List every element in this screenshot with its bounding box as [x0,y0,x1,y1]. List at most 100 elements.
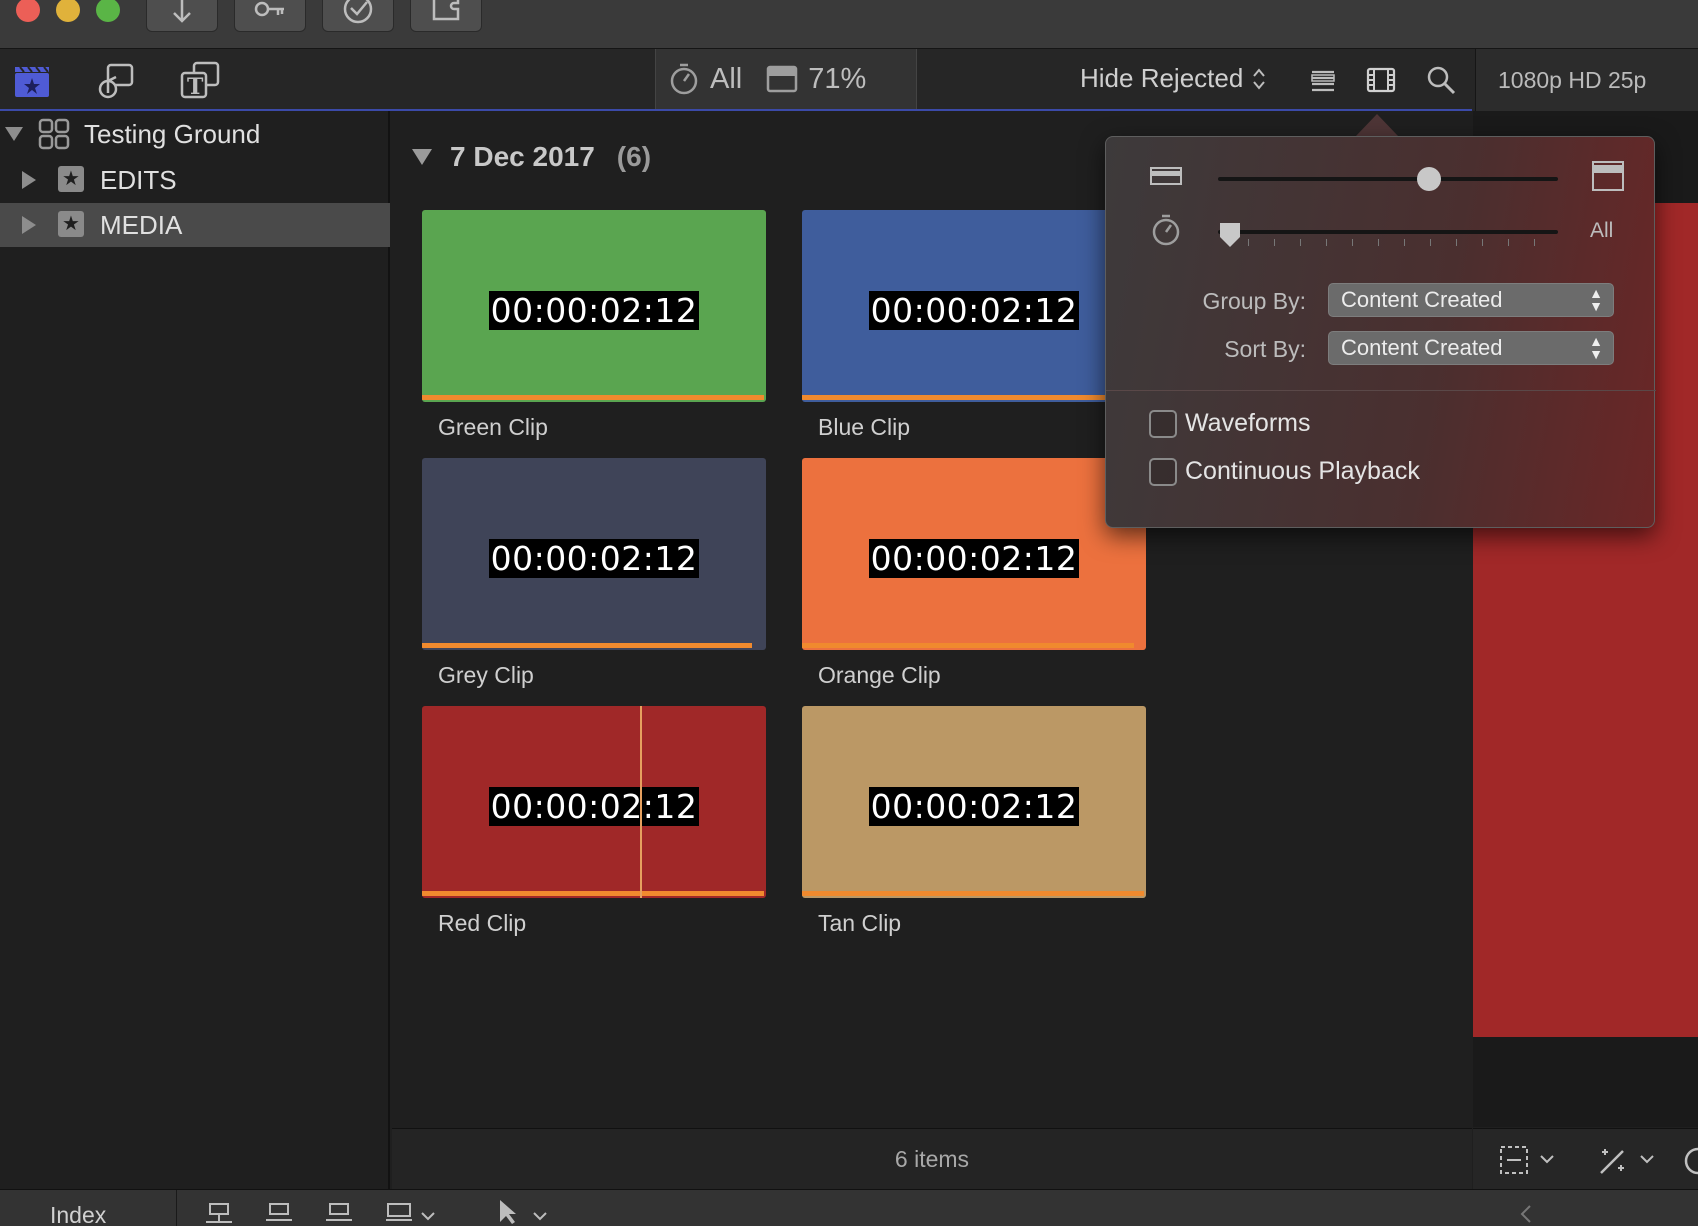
sidebar-item-media[interactable]: ★ MEDIA [0,203,390,247]
timecode: 00:00:02:12 [488,291,700,330]
slider-tick [1300,239,1301,246]
slider-tick [1430,239,1431,246]
clip-filter-control: All 71% [655,49,917,109]
viewer-controls [1473,1128,1698,1189]
minimize-window-button[interactable] [56,0,80,22]
group-date: 7 Dec 2017 [450,141,595,172]
photos-audio-icon[interactable] [94,59,138,101]
checkbox-box[interactable] [1149,409,1177,438]
item-count: 6 items [894,1145,970,1172]
checkbox-box[interactable] [1149,457,1177,486]
overwrite-clip-icon[interactable] [384,1202,414,1226]
slider-tick [1274,239,1275,246]
chevron-down-icon[interactable] [532,1210,548,1222]
duration-slider-ticks [1218,239,1558,247]
clip-thumbnail[interactable]: 00:00:02:12 [802,210,1146,402]
chevron-down-icon[interactable] [1639,1153,1655,1165]
library-grid-icon [38,118,70,150]
clip-range-bar [422,395,764,400]
clip-thumbnail[interactable]: 00:00:02:12 [422,458,766,650]
clip-red[interactable]: 00:00:02:12 Red Clip [422,706,766,937]
divider [176,1190,177,1226]
clip-appearance-popover: All Group By: Content Created ▲ ▼ Sort By… [1105,136,1656,528]
magic-wand-icon[interactable] [1595,1143,1631,1177]
index-button[interactable]: Index [50,1202,106,1226]
event-star-icon: ★ [58,211,84,237]
slider-tick [1404,239,1405,246]
clip-thumbnail[interactable]: 00:00:02:12 [802,706,1146,898]
slider-tick [1508,239,1509,246]
continuous-playback-checkbox[interactable]: Continuous Playback [1149,457,1420,486]
clip-blue[interactable]: 00:00:02:12 Blue Clip [802,210,1146,441]
duration-slider-knob[interactable] [1218,221,1242,249]
disclosure-closed-icon[interactable] [22,216,36,234]
clip-height-slider-knob[interactable] [1416,167,1441,191]
insert-clip-icon[interactable] [264,1202,294,1226]
clip-range-bar [802,891,1144,896]
slider-tick [1248,239,1249,246]
search-icon[interactable] [1424,63,1458,97]
disclosure-open-icon[interactable] [5,127,23,141]
duration-filter-button[interactable]: All [656,49,754,109]
clip-range-bar [802,395,1144,400]
up-down-chevron-icon: ▲ ▼ [1589,333,1603,362]
clip-name: Grey Clip [438,662,534,688]
group-by-select[interactable]: Content Created ▲ ▼ [1328,283,1614,317]
zoom-window-button[interactable] [96,0,120,22]
clip-height-slider[interactable] [1218,177,1558,181]
chevron-left-icon[interactable] [1518,1204,1534,1224]
disclosure-open-icon[interactable] [412,149,432,165]
clip-green[interactable]: 00:00:02:12 Green Clip [422,210,766,441]
sidebar-item-library[interactable]: Testing Ground [0,112,390,156]
waveforms-checkbox[interactable]: Waveforms [1149,409,1310,438]
import-button[interactable] [146,0,218,32]
clip-thumbnail[interactable]: 00:00:02:12 [802,458,1146,650]
slider-tick [1352,239,1353,246]
chevron-down-icon[interactable] [420,1210,436,1222]
clip-name: Orange Clip [818,662,941,688]
timecode: 00:00:02:12 [488,539,700,578]
download-arrow-icon [173,0,191,23]
libraries-icon[interactable] [10,59,54,101]
small-clip-height-icon [1150,167,1182,185]
rating-filter-popup[interactable]: Hide Rejected [1080,63,1267,94]
filmstrip-view-icon[interactable] [1364,63,1398,97]
connect-clip-icon[interactable] [204,1202,234,1226]
sort-by-label: Sort By: [1224,336,1306,362]
event-star-icon: ★ [58,166,84,192]
skimmer-playhead[interactable] [640,706,642,898]
slider-tick [1378,239,1379,246]
item-count-bar: 6 items [392,1128,1472,1189]
clip-tan[interactable]: 00:00:02:12 Tan Clip [802,706,1146,937]
speed-gauge-icon[interactable] [1683,1143,1698,1177]
sidebar-item-edits[interactable]: ★ EDITS [0,158,390,202]
disclosure-closed-icon[interactable] [22,171,36,189]
background-tasks-button[interactable] [322,0,394,32]
extensions-button[interactable] [410,0,482,32]
list-view-icon[interactable] [1306,63,1340,97]
sort-by-select[interactable]: Content Created ▲ ▼ [1328,331,1614,365]
duration-slider[interactable] [1218,230,1558,234]
filmstrip-height-icon [766,65,798,93]
chevron-down-icon[interactable] [1539,1153,1555,1165]
duration-filter-label: All [710,62,743,95]
up-down-chevron-icon [1253,67,1266,90]
clip-name: Tan Clip [818,910,902,936]
clip-thumbnail[interactable]: 00:00:02:12 [422,210,766,402]
date-group-header[interactable]: 7 Dec 2017 (6) [412,141,651,173]
project-format-label: 1080p HD 25p [1475,49,1698,111]
rating-filter-label: Hide Rejected [1080,63,1244,93]
clip-orange[interactable]: 00:00:02:12 Orange Clip [802,458,1146,689]
clip-range-bar [802,643,1134,648]
close-window-button[interactable] [16,0,40,22]
append-clip-icon[interactable] [324,1202,354,1226]
titles-generators-icon[interactable]: T [178,59,222,101]
clip-thumbnail[interactable]: 00:00:02:12 [422,706,766,898]
slider-tick [1326,239,1327,246]
select-tool-icon[interactable] [496,1198,518,1226]
clip-appearance-button[interactable]: 71% [754,49,878,109]
clip-grey[interactable]: 00:00:02:12 Grey Clip [422,458,766,689]
duration-all-label: All [1590,219,1614,242]
transform-icon[interactable] [1497,1143,1531,1177]
keywords-button[interactable] [234,0,306,32]
